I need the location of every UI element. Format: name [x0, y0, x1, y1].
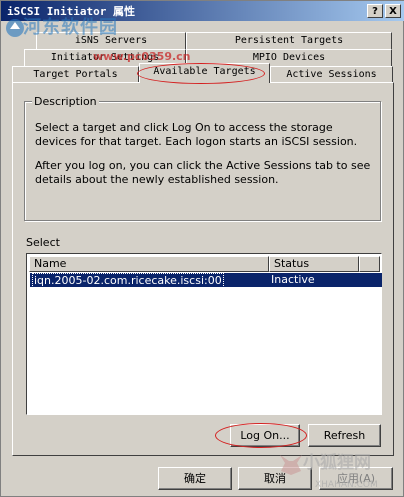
- apply-button[interactable]: 应用(A): [319, 467, 393, 490]
- close-button[interactable]: X: [385, 4, 401, 18]
- watermark-logo-icon: [6, 19, 24, 37]
- description-text-2: After you log on, you can click the Acti…: [35, 159, 371, 186]
- column-header-status[interactable]: Status: [269, 256, 359, 272]
- help-button[interactable]: ?: [367, 4, 383, 18]
- refresh-button[interactable]: Refresh: [308, 424, 381, 447]
- title-bar[interactable]: iSCSI Initiator 属性 ? X: [1, 1, 404, 21]
- watermark-fox-icon: [280, 455, 302, 475]
- column-header-name[interactable]: Name: [29, 256, 269, 272]
- description-title: Description: [32, 95, 99, 108]
- description-text-1: Select a target and click Log On to acce…: [35, 121, 358, 148]
- dialog-window: iSCSI Initiator 属性 ? X 河东软件园 www.pc0359.…: [0, 0, 404, 497]
- window-title: iSCSI Initiator 属性: [7, 5, 135, 18]
- ok-button[interactable]: 确定: [158, 467, 232, 490]
- column-header-filler: [359, 256, 380, 272]
- tab-active-sessions[interactable]: Active Sessions: [270, 66, 393, 83]
- tab-isns-servers[interactable]: iSNS Servers: [36, 32, 186, 49]
- tab-persistent-targets[interactable]: Persistent Targets: [186, 32, 392, 49]
- target-name: iqn.2005-02.com.ricecake.iscsi:00: [32, 273, 224, 288]
- tab-target-portals[interactable]: Target Portals: [12, 66, 139, 83]
- tab-available-targets[interactable]: Available Targets: [139, 63, 270, 83]
- log-on-button[interactable]: Log On...: [230, 424, 300, 447]
- table-row[interactable]: iqn.2005-02.com.ricecake.iscsi:00 Inacti…: [30, 273, 382, 288]
- target-status: Inactive: [271, 273, 315, 286]
- targets-list[interactable]: Name Status iqn.2005-02.com.ricecake.isc…: [26, 253, 382, 415]
